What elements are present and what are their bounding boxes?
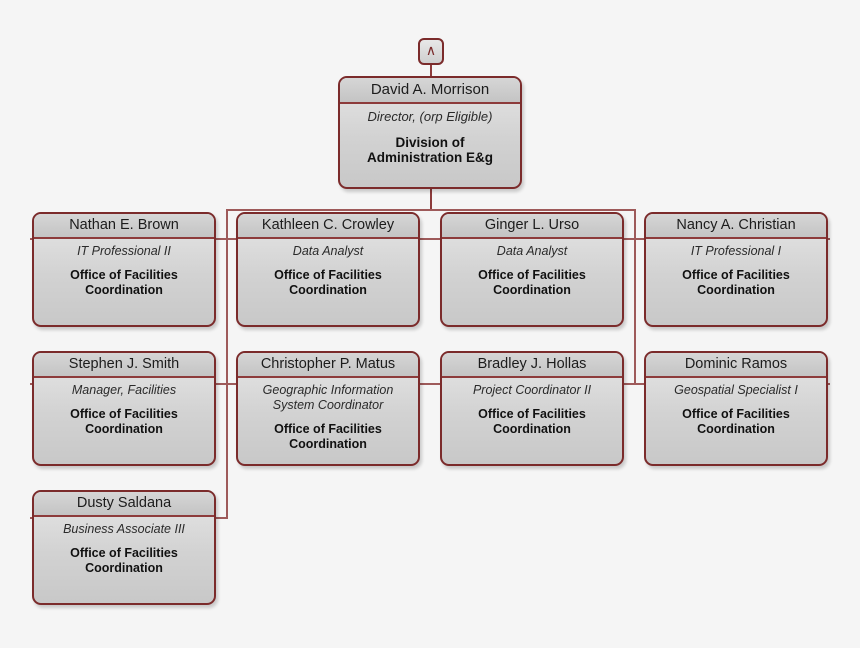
node-department-line2: Coordination	[697, 283, 775, 297]
node-name: Nancy A. Christian	[646, 214, 826, 239]
connector-left-spine	[226, 209, 228, 518]
node-body: IT Professional I Office of Facilities C…	[646, 239, 826, 304]
node-job-title: IT Professional II	[77, 244, 171, 258]
node-department-line2: Coordination	[85, 422, 163, 436]
org-node-stephen-j-smith[interactable]: Stephen J. Smith Manager, Facilities Off…	[32, 351, 216, 466]
node-department-line2: Coordination	[289, 437, 367, 451]
org-node-root[interactable]: David A. Morrison Director, (orp Eligibl…	[338, 76, 522, 189]
org-node-dominic-ramos[interactable]: Dominic Ramos Geospatial Specialist I Of…	[644, 351, 828, 466]
node-department-line1: Office of Facilities	[682, 407, 790, 421]
node-job-title: IT Professional I	[690, 244, 782, 258]
node-name: Dusty Saldana	[34, 492, 214, 517]
node-job-title: Manager, Facilities	[71, 383, 177, 397]
connector-main-bus	[226, 209, 636, 211]
node-body: Data Analyst Office of Facilities Coordi…	[442, 239, 622, 304]
node-department: Office of Facilities Coordination	[41, 268, 207, 298]
org-node-kathleen-c-crowley[interactable]: Kathleen C. Crowley Data Analyst Office …	[236, 212, 420, 327]
node-department: Division of Administration E&g	[347, 135, 513, 165]
node-name: Dominic Ramos	[646, 353, 826, 378]
node-department: Office of Facilities Coordination	[449, 407, 615, 437]
node-job-title: Data Analyst	[292, 244, 364, 258]
org-node-bradley-j-hollas[interactable]: Bradley J. Hollas Project Coordinator II…	[440, 351, 624, 466]
node-name: Nathan E. Brown	[34, 214, 214, 239]
node-department-line1: Office of Facilities	[70, 546, 178, 560]
node-department-line1: Office of Facilities	[274, 268, 382, 282]
node-department-line2: Coordination	[697, 422, 775, 436]
node-job-title: Business Associate III	[63, 522, 185, 536]
chevron-up-icon: ∧	[425, 42, 437, 59]
node-department-line1: Office of Facilities	[478, 268, 586, 282]
org-node-nathan-e-brown[interactable]: Nathan E. Brown IT Professional II Offic…	[32, 212, 216, 327]
node-department: Office of Facilities Coordination	[41, 546, 207, 576]
node-job-title-line2: System Coordinator	[272, 398, 384, 412]
node-job-title: Data Analyst	[496, 244, 568, 258]
node-department-line2: Administration E&g	[366, 150, 493, 165]
node-name: Kathleen C. Crowley	[238, 214, 418, 239]
collapse-up-button[interactable]: ∧	[418, 38, 444, 65]
node-body: IT Professional II Office of Facilities …	[34, 239, 214, 304]
connector-root-stem	[430, 188, 432, 210]
org-node-christopher-p-matus[interactable]: Christopher P. Matus Geographic Informat…	[236, 351, 420, 466]
node-department-line2: Coordination	[289, 283, 367, 297]
node-name: Ginger L. Urso	[442, 214, 622, 239]
node-name: Christopher P. Matus	[238, 353, 418, 378]
node-department: Office of Facilities Coordination	[245, 268, 411, 298]
node-department-line2: Coordination	[85, 283, 163, 297]
node-department-line1: Office of Facilities	[478, 407, 586, 421]
org-chart-canvas: ∧ David A. Morrison Director, (orp Eligi…	[0, 0, 860, 648]
node-body: Geospatial Specialist I Office of Facili…	[646, 378, 826, 443]
node-department: Office of Facilities Coordination	[245, 422, 411, 452]
node-name: Stephen J. Smith	[34, 353, 214, 378]
node-job-title: Project Coordinator II	[472, 383, 592, 397]
node-body: Manager, Facilities Office of Facilities…	[34, 378, 214, 443]
node-name: Bradley J. Hollas	[442, 353, 622, 378]
node-department-line1: Office of Facilities	[70, 407, 178, 421]
node-body: Geographic Information System Coordinato…	[238, 378, 418, 458]
org-node-ginger-l-urso[interactable]: Ginger L. Urso Data Analyst Office of Fa…	[440, 212, 624, 327]
node-department: Office of Facilities Coordination	[449, 268, 615, 298]
node-department-line1: Office of Facilities	[682, 268, 790, 282]
node-department: Office of Facilities Coordination	[653, 268, 819, 298]
node-body: Director, (orp Eligible) Division of Adm…	[340, 104, 520, 171]
org-node-nancy-a-christian[interactable]: Nancy A. Christian IT Professional I Off…	[644, 212, 828, 327]
node-department-line2: Coordination	[85, 561, 163, 575]
node-job-title-line1: Geographic Information	[262, 383, 394, 397]
node-body: Project Coordinator II Office of Facilit…	[442, 378, 622, 443]
node-body: Data Analyst Office of Facilities Coordi…	[238, 239, 418, 304]
node-department: Office of Facilities Coordination	[41, 407, 207, 437]
node-department: Office of Facilities Coordination	[653, 407, 819, 437]
org-node-dusty-saldana[interactable]: Dusty Saldana Business Associate III Off…	[32, 490, 216, 605]
node-job-title: Director, (orp Eligible)	[367, 109, 493, 124]
node-body: Business Associate III Office of Facilit…	[34, 517, 214, 582]
node-department-line2: Coordination	[493, 283, 571, 297]
node-department-line1: Office of Facilities	[70, 268, 178, 282]
node-department-line1: Division of	[395, 135, 465, 150]
node-department-line2: Coordination	[493, 422, 571, 436]
node-job-title: Geospatial Specialist I	[674, 383, 798, 397]
node-name: David A. Morrison	[340, 78, 520, 104]
node-job-title: Geographic Information System Coordinato…	[245, 383, 411, 413]
connector-right-spine	[634, 209, 636, 384]
node-department-line1: Office of Facilities	[274, 422, 382, 436]
